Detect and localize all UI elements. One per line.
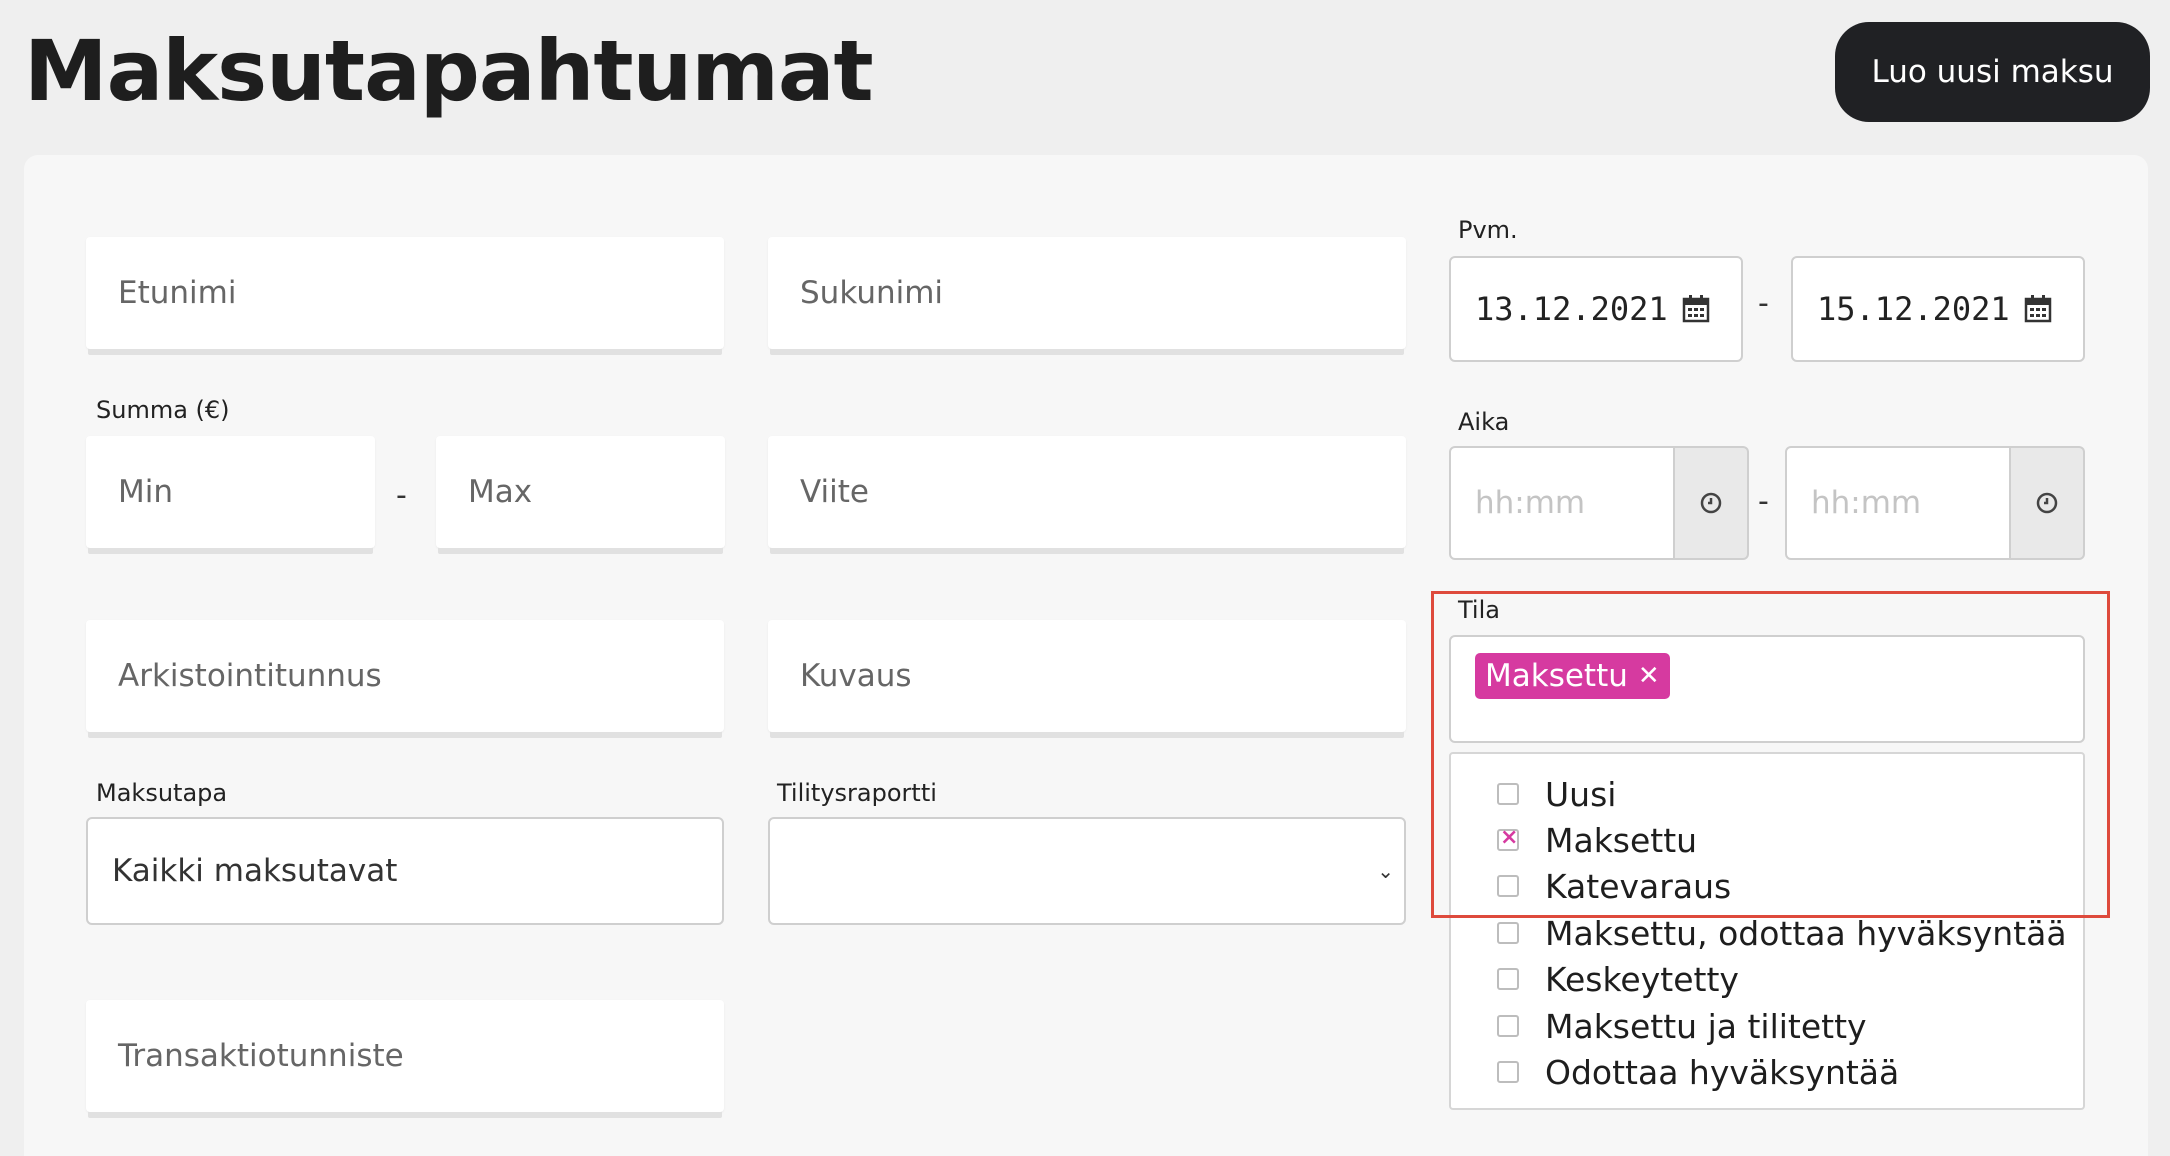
settlement-report-select[interactable]: ⌄ bbox=[768, 817, 1406, 925]
new-payment-button[interactable]: Luo uusi maksu bbox=[1835, 22, 2150, 122]
status-option-label: Odottaa hyväksyntää bbox=[1545, 1052, 1900, 1092]
payment-method-label: Maksutapa bbox=[96, 779, 228, 807]
status-option-uusi[interactable]: Uusi bbox=[1497, 772, 1616, 816]
status-option-checkbox[interactable] bbox=[1497, 783, 1519, 805]
chevron-down-icon: ⌄ bbox=[1377, 859, 1394, 883]
status-option-maksettu[interactable]: Maksettu bbox=[1497, 818, 1697, 862]
page-title: Maksutapahtumat bbox=[24, 22, 874, 120]
date-from-value: 13.12.2021 bbox=[1475, 290, 1668, 328]
first-name-input[interactable]: Etunimi bbox=[86, 237, 724, 349]
status-option-maksettu-odottaa-hyvaksyntaa[interactable]: Maksettu, odottaa hyväksyntää bbox=[1497, 911, 2067, 955]
status-option-label: Uusi bbox=[1545, 774, 1617, 814]
description-input[interactable]: Kuvaus bbox=[768, 620, 1406, 732]
status-option-label: Katevaraus bbox=[1545, 866, 1732, 906]
date-from-input[interactable]: 13.12.2021 bbox=[1449, 256, 1743, 362]
status-option-odottaa-hyvaksyntaa[interactable]: Odottaa hyväksyntää bbox=[1497, 1050, 1899, 1094]
status-option-keskeytetty[interactable]: Keskeytetty bbox=[1497, 957, 1739, 1001]
settlement-report-label: Tilitysraportti bbox=[777, 779, 937, 807]
status-option-checkbox[interactable] bbox=[1497, 922, 1519, 944]
calendar-icon[interactable] bbox=[1681, 294, 1711, 324]
status-option-label: Keskeytetty bbox=[1545, 959, 1739, 999]
status-tag: Maksettu ✕ bbox=[1475, 653, 1670, 699]
reference-input[interactable]: Viite bbox=[768, 436, 1406, 548]
max-amount-input[interactable]: Max bbox=[436, 436, 725, 548]
amount-label: Summa (€) bbox=[96, 396, 230, 424]
status-option-checkbox[interactable] bbox=[1497, 1061, 1519, 1083]
close-icon[interactable]: ✕ bbox=[1638, 661, 1660, 691]
clock-icon bbox=[2036, 492, 2058, 514]
status-option-katevaraus[interactable]: Katevaraus bbox=[1497, 864, 1731, 908]
archive-id-input[interactable]: Arkistointitunnus bbox=[86, 620, 724, 732]
status-option-label: Maksettu bbox=[1545, 820, 1698, 860]
last-name-input[interactable]: Sukunimi bbox=[768, 237, 1406, 349]
date-label: Pvm. bbox=[1458, 216, 1518, 244]
status-option-checkbox[interactable] bbox=[1497, 968, 1519, 990]
date-range-separator: - bbox=[1758, 286, 1769, 321]
status-option-maksettu-ja-tilitetty[interactable]: Maksettu ja tilitetty bbox=[1497, 1004, 1867, 1048]
payment-method-select[interactable]: Kaikki maksutavat bbox=[86, 817, 724, 925]
calendar-icon[interactable] bbox=[2023, 294, 2053, 324]
status-label: Tila bbox=[1458, 596, 1500, 624]
amount-range-separator: - bbox=[396, 478, 407, 513]
date-to-input[interactable]: 15.12.2021 bbox=[1791, 256, 2085, 362]
time-from-picker-button[interactable] bbox=[1675, 446, 1749, 560]
time-to-picker-button[interactable] bbox=[2011, 446, 2085, 560]
status-dropdown: Uusi Maksettu Katevaraus Maksettu, odott… bbox=[1449, 752, 2085, 1110]
time-range-separator: - bbox=[1758, 484, 1769, 519]
status-option-checkbox[interactable] bbox=[1497, 1015, 1519, 1037]
date-to-value: 15.12.2021 bbox=[1817, 290, 2010, 328]
status-option-label: Maksettu ja tilitetty bbox=[1545, 1006, 1867, 1046]
clock-icon bbox=[1700, 492, 1722, 514]
status-multiselect-input[interactable]: Maksettu ✕ bbox=[1449, 635, 2085, 743]
status-option-label: Maksettu, odottaa hyväksyntää bbox=[1545, 913, 2067, 953]
status-tag-label: Maksettu bbox=[1485, 658, 1628, 694]
time-from-input[interactable]: hh:mm bbox=[1449, 446, 1675, 560]
min-amount-input[interactable]: Min bbox=[86, 436, 375, 548]
status-option-checkbox[interactable] bbox=[1497, 825, 1519, 851]
transaction-id-input[interactable]: Transaktiotunniste bbox=[86, 1000, 724, 1112]
status-option-checkbox[interactable] bbox=[1497, 875, 1519, 897]
time-label: Aika bbox=[1458, 408, 1510, 436]
time-to-input[interactable]: hh:mm bbox=[1785, 446, 2011, 560]
